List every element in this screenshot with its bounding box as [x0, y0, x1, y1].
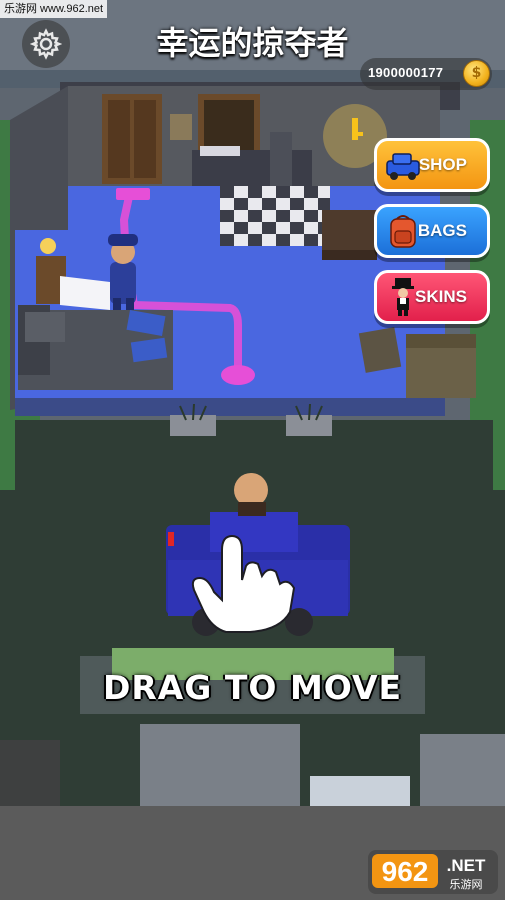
- gear-icon: [30, 28, 62, 60]
- watermark: 乐游网 www.962.net: [0, 0, 108, 18]
- car-icon: [386, 153, 420, 180]
- shop-label: SHOP: [418, 155, 467, 174]
- settings-button[interactable]: [22, 20, 70, 68]
- coin-icon: $: [463, 60, 490, 87]
- drag-hint: DRAG TO MOVE: [102, 668, 403, 707]
- shop-button[interactable]: SHOP: [374, 138, 490, 192]
- logo-suffix: .NET: [447, 856, 486, 875]
- game-scene[interactable]: [0, 0, 505, 900]
- bags-button[interactable]: BAGS: [374, 204, 490, 258]
- skins-button[interactable]: SKINS: [374, 270, 490, 324]
- backpack-icon: [390, 215, 416, 248]
- coin-count: 1900000177: [368, 65, 444, 80]
- character-icon: [392, 278, 414, 316]
- watermark-logo: 962 .NET 乐游网: [368, 850, 498, 894]
- logo-subtitle: 乐游网: [450, 878, 483, 891]
- logo-number: 962: [382, 856, 429, 887]
- bags-label: BAGS: [417, 221, 467, 240]
